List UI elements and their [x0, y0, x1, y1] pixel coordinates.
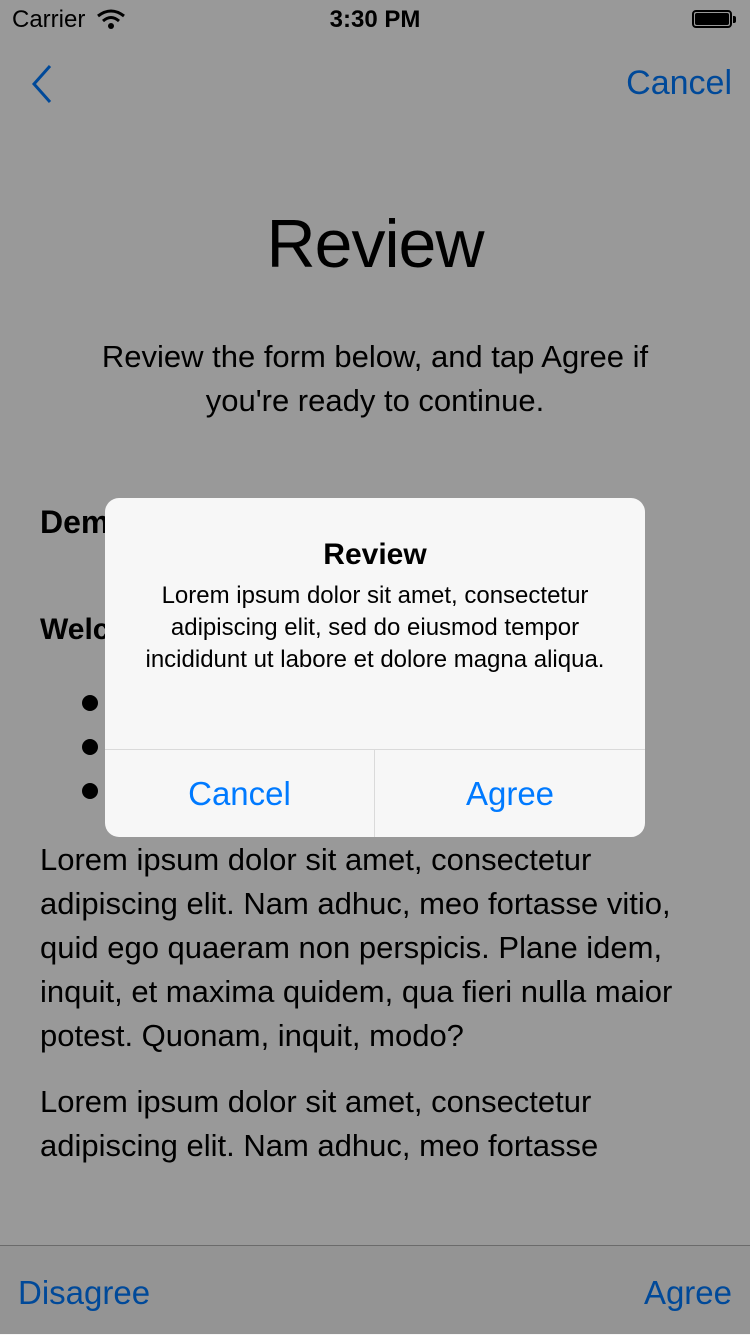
alert-cancel-button[interactable]: Cancel	[105, 750, 374, 837]
alert-dialog: Review Lorem ipsum dolor sit amet, conse…	[105, 498, 645, 837]
alert-message: Lorem ipsum dolor sit amet, consectetur …	[145, 582, 605, 673]
alert-title: Review	[323, 538, 427, 571]
alert-agree-button[interactable]: Agree	[375, 750, 645, 837]
